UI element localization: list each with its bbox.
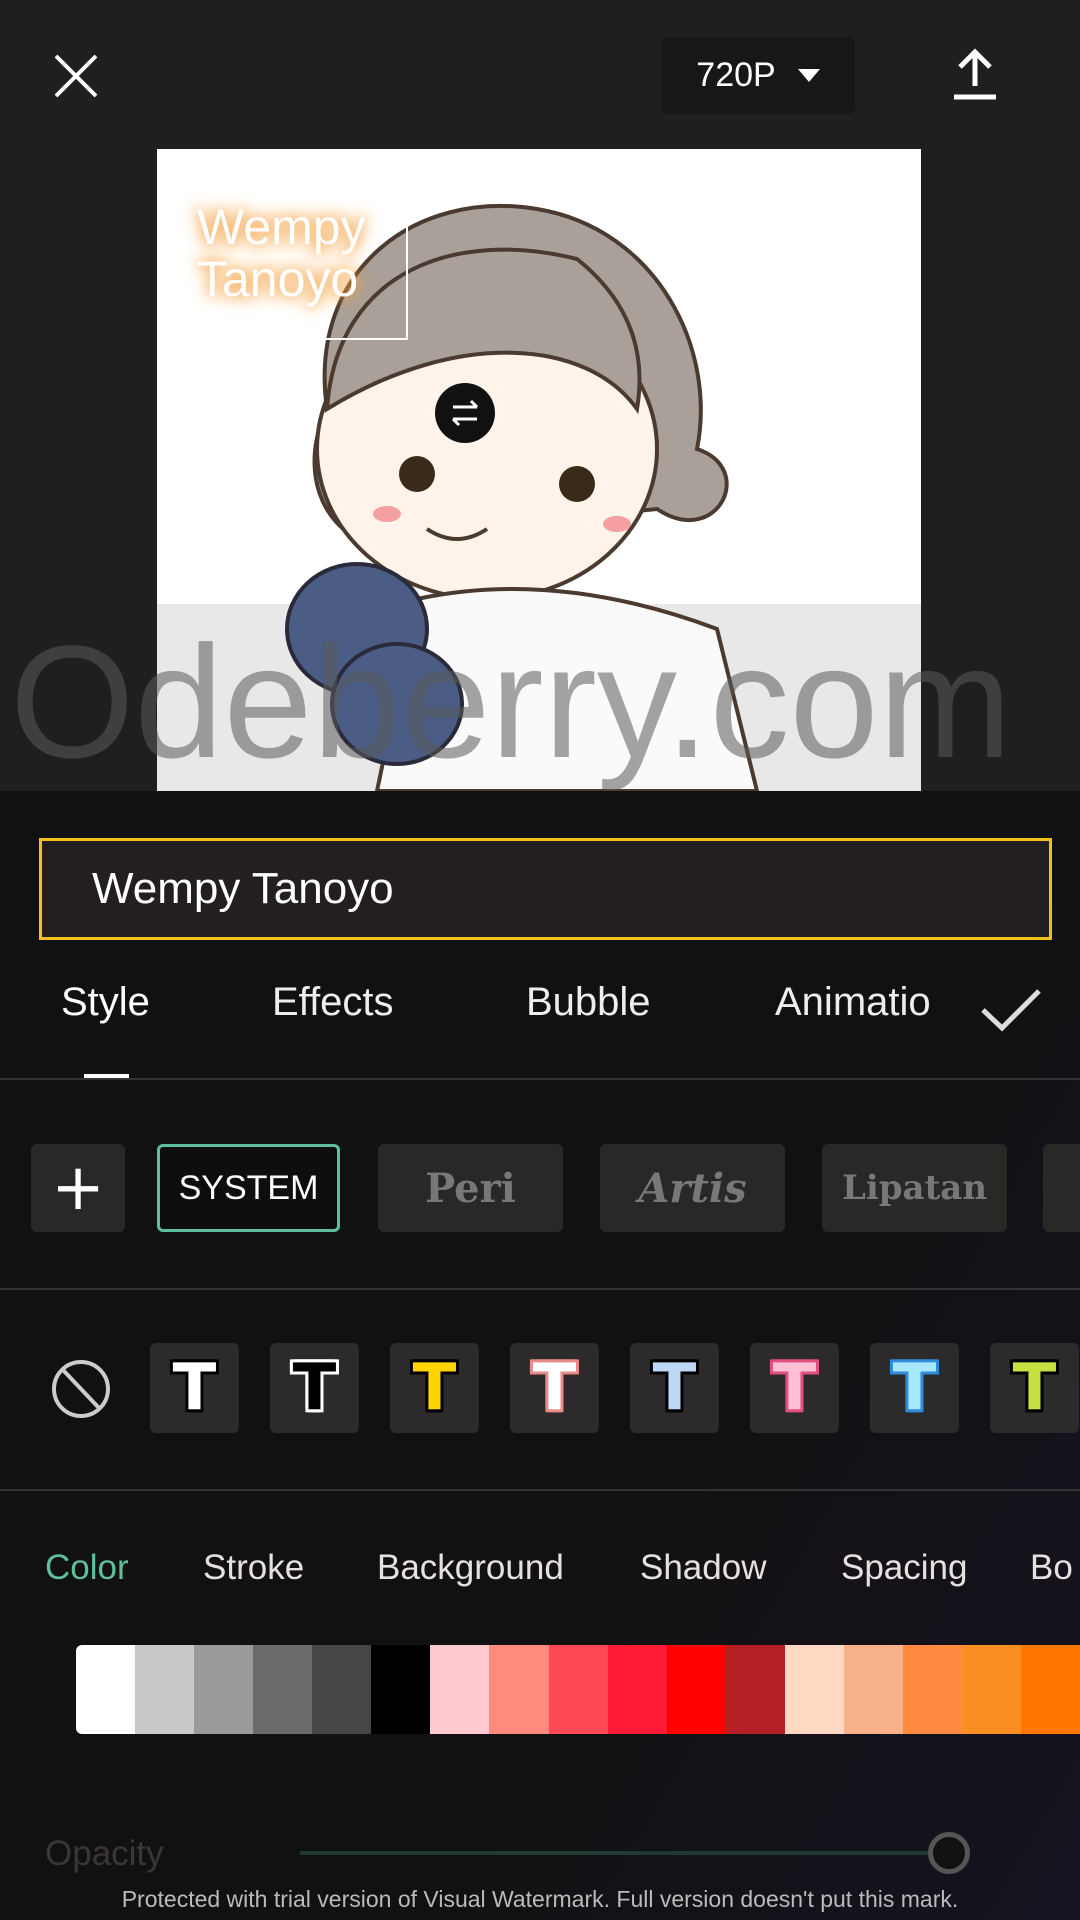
color-swatch[interactable] [76,1645,136,1734]
color-palette [76,1645,1080,1734]
text-style-icon: T [172,1351,217,1425]
style-preset[interactable]: T [390,1343,479,1433]
caret-down-icon [797,68,820,82]
subtab-stroke[interactable]: Stroke [203,1548,304,1588]
opacity-label: Opacity [45,1834,164,1873]
overlay-line-2: Tanoyo [197,251,359,307]
text-overlay[interactable]: Wempy Tanoyo [197,201,366,305]
resolution-label: 720P [696,56,776,94]
text-style-icon: T [772,1351,817,1425]
style-preset[interactable]: T [630,1343,719,1433]
color-swatch[interactable] [607,1645,667,1734]
trial-watermark: Protected with trial version of Visual W… [121,1886,959,1912]
color-swatch[interactable] [1021,1645,1080,1734]
divider [0,1288,1080,1290]
color-swatch[interactable] [312,1645,372,1734]
text-style-icon: T [292,1351,337,1425]
overlay-line-1: Wempy [197,199,366,255]
color-swatch[interactable] [843,1645,903,1734]
color-swatch[interactable] [548,1645,608,1734]
divider [0,1078,1080,1080]
plus-icon: + [51,1151,105,1225]
opacity-slider-thumb[interactable] [928,1832,970,1874]
font-lipatan[interactable]: Lipatan [822,1144,1007,1232]
text-input[interactable]: Wempy Tanoyo [39,838,1052,940]
text-style-icon: T [412,1351,457,1425]
color-swatch[interactable] [489,1645,549,1734]
subtab-color[interactable]: Color [45,1548,129,1588]
resolution-dropdown[interactable]: 720P [661,37,855,114]
style-preset[interactable]: T [270,1343,359,1433]
color-swatch[interactable] [194,1645,254,1734]
text-style-icon: T [652,1351,697,1425]
style-preset[interactable]: T [990,1343,1079,1433]
text-style-icon: T [892,1351,937,1425]
upload-icon[interactable] [952,48,998,100]
style-preset[interactable]: T [510,1343,599,1433]
font-system[interactable]: SYSTEM [157,1144,340,1232]
color-swatch[interactable] [961,1645,1021,1734]
close-icon[interactable] [52,52,100,100]
subtab-shadow[interactable]: Shadow [640,1548,766,1588]
font-more[interactable] [1043,1144,1080,1232]
color-swatch[interactable] [253,1645,313,1734]
font-artis[interactable]: Artis [600,1144,785,1232]
tab-effects[interactable]: Effects [272,980,394,1025]
opacity-slider[interactable] [300,1851,949,1855]
text-style-icon: T [532,1351,577,1425]
subtab-background[interactable]: Background [377,1548,564,1588]
color-swatch[interactable] [725,1645,785,1734]
style-preset[interactable]: T [750,1343,839,1433]
tab-bubble[interactable]: Bubble [526,980,651,1025]
add-font-button[interactable]: + [31,1144,125,1232]
check-icon[interactable] [980,988,1042,1032]
style-preset[interactable]: T [870,1343,959,1433]
rotate-icon [435,383,495,443]
color-swatch[interactable] [430,1645,490,1734]
tab-animation[interactable]: Animatio [775,980,931,1025]
no-style-icon[interactable] [50,1358,112,1420]
divider [0,1489,1080,1491]
color-swatch[interactable] [902,1645,962,1734]
font-peri[interactable]: Peri [378,1144,563,1232]
color-swatch[interactable] [135,1645,195,1734]
color-swatch[interactable] [784,1645,844,1734]
color-swatch[interactable] [371,1645,431,1734]
style-preset[interactable]: T [150,1343,239,1433]
watermark-text: Odeberry.com [10,612,1012,791]
color-swatch[interactable] [666,1645,726,1734]
tab-style[interactable]: Style [61,980,150,1025]
subtab-spacing[interactable]: Spacing [841,1548,967,1588]
text-style-icon: T [1012,1351,1057,1425]
subtab-bold[interactable]: Bo [1030,1548,1073,1588]
